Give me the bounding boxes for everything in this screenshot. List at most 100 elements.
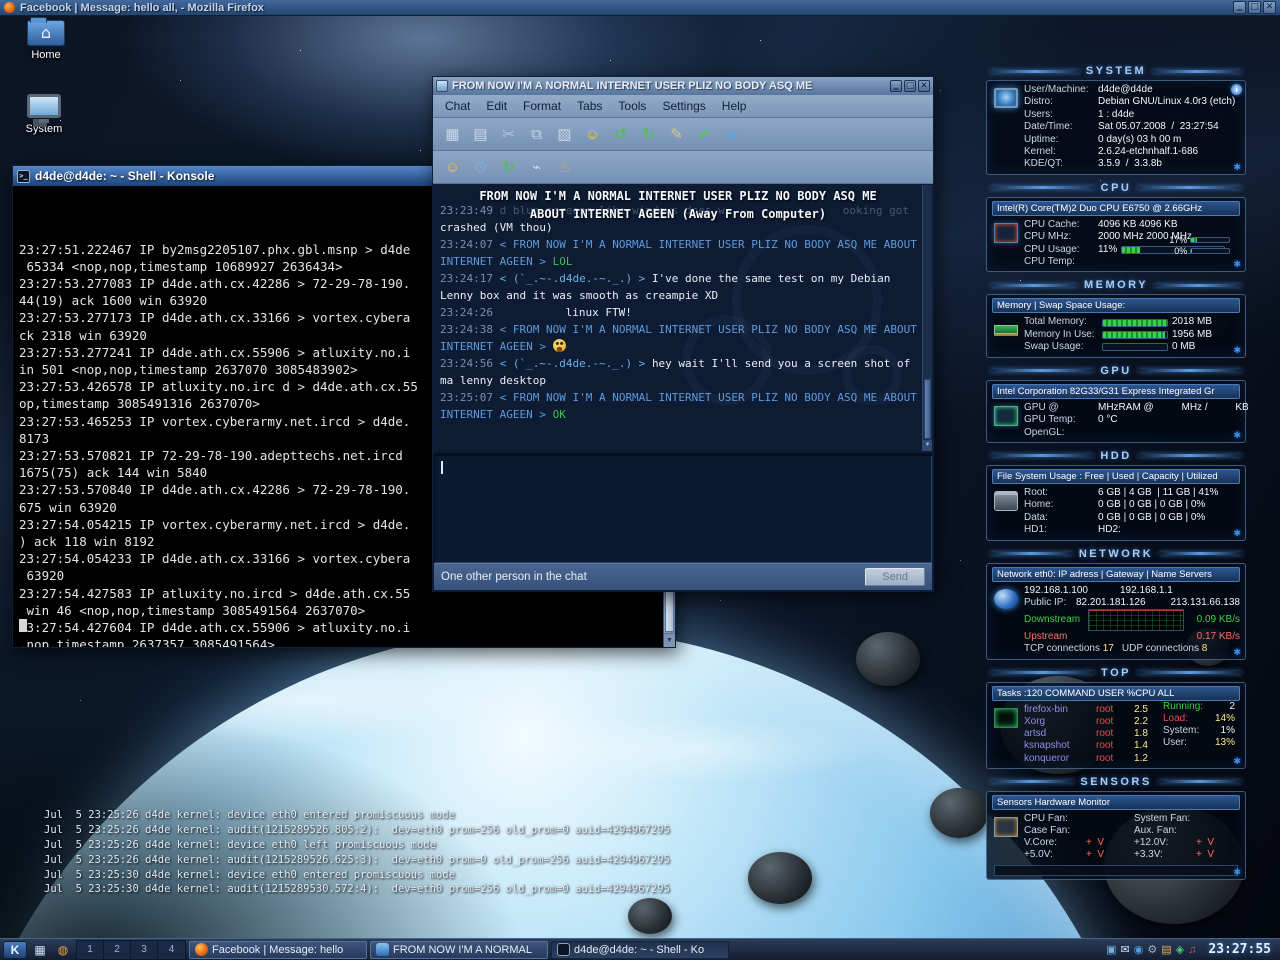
gpu-box: Intel Corporation 82G33/G31 Express Inte… — [986, 380, 1246, 443]
chat-toolbar-icon[interactable]: ▤ — [468, 122, 493, 147]
kernel-log-line: Jul 5 23:25:30 d4de kernel: device eth0 … — [44, 868, 670, 883]
chat-toolbar-icon[interactable]: ✔ — [692, 122, 717, 147]
scrollbar-thumb[interactable] — [924, 379, 931, 439]
menu-item[interactable]: Tabs — [569, 97, 610, 115]
chat-titlebar[interactable]: FROM NOW I'M A NORMAL INTERNET USER PLIZ… — [433, 77, 933, 95]
maximize-button[interactable] — [904, 80, 916, 92]
chat-message: 23:24:26 linux FTW! — [440, 304, 918, 321]
smiley-emoticon — [553, 339, 566, 352]
taskbar-window-konsole[interactable]: d4de@d4de: ~ - Shell - Ko — [551, 941, 729, 959]
kmenu-button[interactable]: K — [3, 941, 27, 959]
kernel-log-line: Jul 5 23:25:26 d4de kernel: device eth0 … — [44, 808, 670, 823]
info-row: KDE/QT:3.5.9 / 3.3.8b — [1024, 158, 1240, 170]
globe-icon — [994, 589, 1018, 609]
close-button[interactable] — [918, 80, 930, 92]
chat-input-field[interactable] — [434, 453, 932, 563]
desktop-icon-home[interactable]: ⌂ Home — [12, 20, 80, 61]
chat-toolbar-icon[interactable]: ☺ — [580, 122, 605, 147]
desktop-icon-system[interactable]: System — [10, 94, 78, 135]
filesystem-row: Home:0 GB | 0 GB | 0 GB | 0% — [1024, 499, 1240, 511]
scrollbar-arrow-down-icon[interactable]: ▼ — [923, 440, 932, 451]
terminal-line: win 46 <nop,nop,timestamp 3085491564 263… — [19, 602, 663, 619]
chat-toolbar-icon[interactable]: ↻ — [636, 122, 661, 147]
close-button[interactable] — [1263, 1, 1276, 14]
web-browser-icon[interactable]: ◍ — [53, 941, 73, 959]
sensor-row: Case Fan:Aux. Fan: — [1024, 825, 1240, 837]
terminal-cursor — [19, 619, 27, 632]
chat-toolbar-icon[interactable]: ✂ — [496, 122, 521, 147]
sensor-row: +5.0V:+ V+3.3V:+ V — [1024, 849, 1240, 861]
pager-desktop-button[interactable]: 2 — [104, 941, 131, 959]
chat-toolbar-icon[interactable]: ♨ — [552, 155, 577, 180]
chat-toolbar-icon[interactable]: ⌁ — [524, 155, 549, 180]
chat-toolbar-icon[interactable]: ⧉ — [524, 122, 549, 147]
memory-bar — [1102, 343, 1168, 351]
tray-icon[interactable]: ▤ — [1161, 941, 1171, 959]
load-stat: Load:14% — [1163, 713, 1235, 725]
desktop-icon-label: Home — [12, 49, 80, 61]
menu-item[interactable]: Chat — [437, 97, 478, 115]
chat-toolbar-icon[interactable]: ↺ — [608, 122, 633, 147]
chat-toolbar-icon[interactable]: ⊙ — [468, 155, 493, 180]
pager-desktop-button[interactable]: 4 — [158, 941, 185, 959]
maximize-button[interactable] — [1248, 1, 1261, 14]
home-folder-icon: ⌂ — [27, 20, 65, 46]
firefox-window-title: Facebook | Message: hello all, - Mozilla… — [20, 2, 1228, 14]
system-monitor-icon — [27, 94, 61, 118]
menu-item[interactable]: Help — [714, 97, 755, 115]
section-title: CPU — [1101, 182, 1132, 194]
firefox-icon — [195, 943, 208, 956]
tray-icon[interactable]: ⚙ — [1147, 941, 1157, 959]
chat-toolbar-icon[interactable]: ▧ — [552, 122, 577, 147]
chat-scrollbar[interactable]: ▼ — [922, 185, 932, 451]
lan-ip-row: 192.168.1.100192.168.1.1 — [1024, 585, 1240, 597]
firefox-titlebar[interactable]: Facebook | Message: hello all, - Mozilla… — [0, 0, 1280, 16]
menu-item[interactable]: Format — [515, 97, 569, 115]
chat-log-view: FROM NOW I'M A NORMAL INTERNET USER PLIZ… — [434, 185, 922, 451]
chat-toolbar-icon[interactable]: ◆ — [720, 122, 745, 147]
taskbar-clock[interactable]: 23:27:55 — [1202, 942, 1277, 957]
chat-toolbar-icon[interactable]: ☺ — [440, 155, 465, 180]
menu-item[interactable]: Tools — [610, 97, 654, 115]
chat-toolbar-icon[interactable]: ✎ — [664, 122, 689, 147]
tray-icon[interactable]: ♫ — [1188, 941, 1196, 959]
hdd-footer: HD1: HD2: — [1024, 524, 1240, 536]
tray-icon[interactable]: ◉ — [1134, 941, 1144, 959]
panel-section-header: CPU — [990, 181, 1242, 195]
pager-desktop-button[interactable]: 3 — [131, 941, 158, 959]
gpu-title: Intel Corporation 82G33/G31 Express Inte… — [992, 384, 1240, 399]
tray-icon[interactable]: ◈ — [1176, 941, 1184, 959]
taskbar-window-facebook[interactable]: Facebook | Message: hello — [189, 941, 367, 959]
panel-section-header: SYSTEM — [990, 64, 1242, 78]
taskbar-window-chat[interactable]: FROM NOW I'M A NORMAL — [370, 941, 548, 959]
send-button[interactable]: Send — [865, 568, 925, 586]
panel-section-header: GPU — [990, 364, 1242, 378]
konsole-icon: >_ — [17, 170, 30, 183]
chat-message: 23:25:07 < FROM NOW I'M A NORMAL INTERNE… — [440, 389, 918, 423]
tray-icon[interactable]: ✉ — [1121, 941, 1130, 959]
info-row: Uptime:0 day(s) 03 h 00 m — [1024, 134, 1240, 146]
chat-toolbar-icon[interactable]: ↻ — [496, 155, 521, 180]
kernel-log-line: Jul 5 23:25:26 d4de kernel: audit(121528… — [44, 823, 670, 838]
computer-icon — [994, 88, 1018, 108]
firefox-icon — [4, 2, 15, 13]
terminal-line: ,nop,timestamp 2637357 3085491564> — [19, 636, 663, 647]
chat-window: FROM NOW I'M A NORMAL INTERNET USER PLIZ… — [432, 76, 934, 592]
cpu-model: Intel(R) Core(TM)2 Duo CPU E6750 @ 2.66G… — [992, 201, 1240, 216]
chat-message: 23:24:07 < FROM NOW I'M A NORMAL INTERNE… — [440, 236, 918, 270]
minimize-button[interactable] — [1233, 1, 1246, 14]
scrollbar-arrow-down-icon[interactable]: ▼ — [664, 633, 675, 647]
memory-bar — [1102, 331, 1168, 339]
minimize-button[interactable] — [890, 80, 902, 92]
menu-item[interactable]: Edit — [478, 97, 515, 115]
panel-section-header: TOP — [990, 666, 1242, 680]
chat-toolbar-main: ▦▤✂⧉▧☺↺↻✎✔◆ — [433, 118, 933, 151]
section-title: GPU — [1100, 365, 1131, 377]
pager-desktop-button[interactable]: 1 — [77, 941, 104, 959]
menu-item[interactable]: Settings — [654, 97, 713, 115]
load-stat: System:1% — [1163, 725, 1235, 737]
tray-icon[interactable]: ▣ — [1106, 941, 1116, 959]
panel-section-header: NETWORK — [990, 547, 1242, 561]
chat-toolbar-icon[interactable]: ▦ — [440, 122, 465, 147]
show-desktop-icon[interactable]: ▦ — [30, 941, 50, 959]
